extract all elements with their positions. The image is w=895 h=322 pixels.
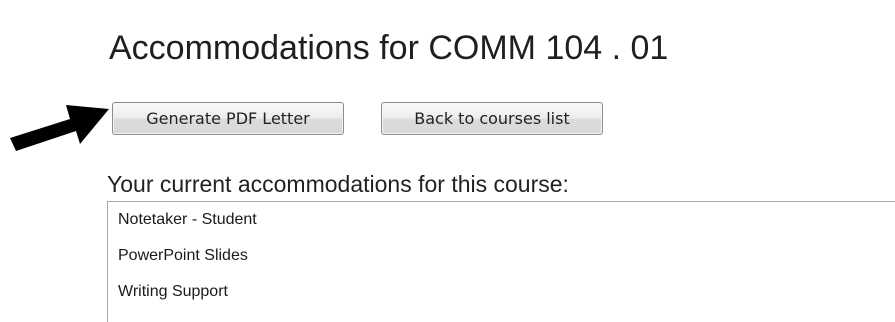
list-item: Writing Support	[118, 283, 228, 300]
page-title: Accommodations for COMM 104 . 01	[109, 29, 669, 67]
accommodations-list: Notetaker - Student PowerPoint Slides Wr…	[107, 201, 895, 322]
accommodations-heading: Your current accommodations for this cou…	[107, 171, 569, 197]
back-to-courses-list-button[interactable]: Back to courses list	[381, 102, 603, 135]
arrow-right-icon	[10, 105, 109, 151]
list-item: PowerPoint Slides	[118, 247, 248, 264]
list-item: Notetaker - Student	[118, 211, 257, 228]
generate-pdf-letter-button[interactable]: Generate PDF Letter	[112, 102, 344, 135]
